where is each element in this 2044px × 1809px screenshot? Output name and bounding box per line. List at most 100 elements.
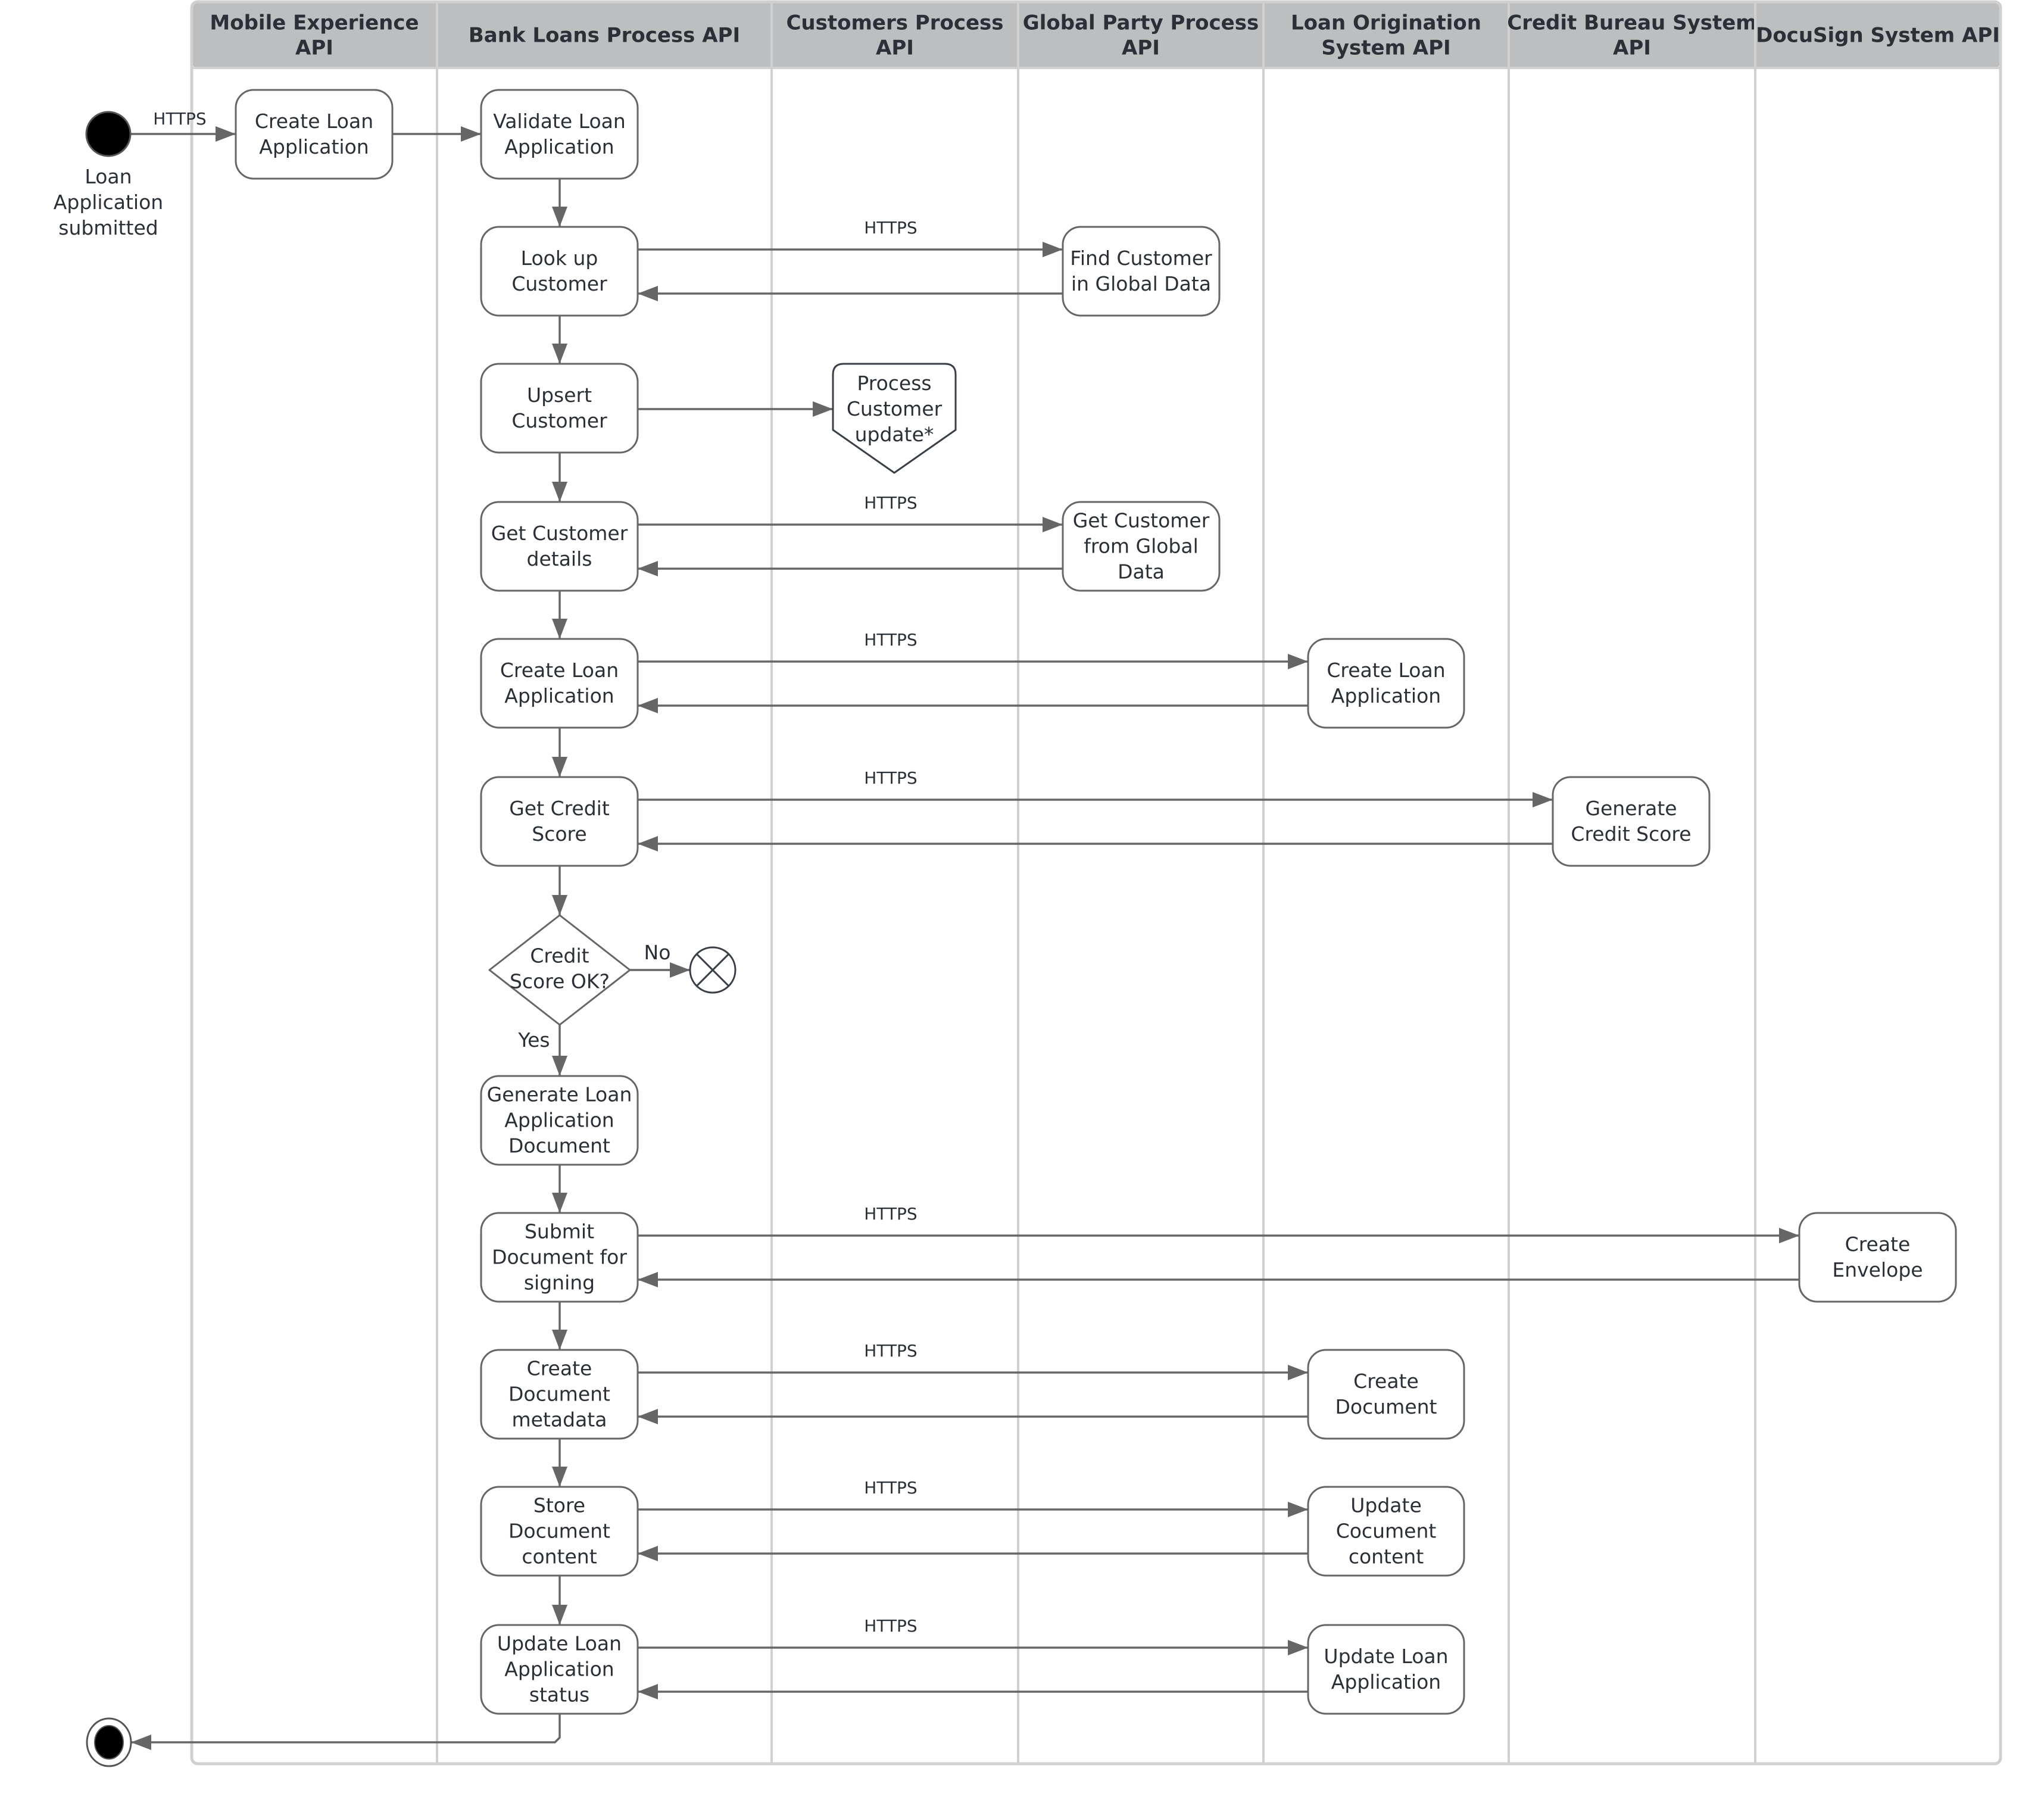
- flow-lookup-to-upsert: [552, 316, 567, 364]
- edge-label-https: HTTPS: [864, 630, 917, 650]
- return-find_global-to-lookup: [638, 286, 1063, 301]
- return-gen_score-to-get_score: [638, 836, 1553, 852]
- lane-credit: Credit Bureau System API: [1507, 2, 1757, 1764]
- arrowhead-icon: [1288, 1502, 1308, 1517]
- action-store-content[interactable]: Store Document content: [480, 1486, 639, 1577]
- edge-label-https: HTTPS: [864, 493, 917, 513]
- arrowhead-icon: [638, 698, 658, 713]
- call-bank_create-to-lo_create: [638, 654, 1308, 669]
- edge-label-https: HTTPS: [864, 218, 917, 238]
- arrowhead-icon: [1533, 792, 1553, 807]
- arrowhead-icon: [638, 836, 658, 852]
- flow-decision-yes: [552, 1025, 567, 1076]
- action-box[interactable]: [1307, 638, 1465, 729]
- action-box[interactable]: [480, 363, 639, 454]
- action-upsert[interactable]: Upsert Customer: [480, 363, 639, 454]
- action-update-status[interactable]: Update Loan Application status: [480, 1624, 639, 1715]
- arrowhead-icon: [1043, 517, 1063, 532]
- action-box[interactable]: [1307, 1624, 1465, 1715]
- event-label: Process Customer update*: [847, 372, 943, 446]
- action-box[interactable]: [480, 89, 639, 180]
- nodes: Create Loan Application Validate Loan Appli…: [54, 89, 1957, 1767]
- call-submit_doc-to-create_envelope: [638, 1228, 1799, 1243]
- decision-credit-score[interactable]: Credit Score OK?: [488, 914, 631, 1026]
- arrowhead-icon: [1288, 1365, 1308, 1380]
- call-lookup-to-find_global: [638, 242, 1063, 257]
- flow-decision-no: [630, 962, 690, 978]
- action-label: Generate Loan Application Document: [487, 1083, 632, 1158]
- edge-label-https: HTTPS: [864, 1204, 917, 1224]
- edge-label-https: HTTPS: [864, 768, 917, 788]
- flow-upsert-to-process-update: [638, 401, 833, 417]
- arrowhead-icon: [638, 1409, 658, 1424]
- arrowhead-icon: [552, 757, 567, 777]
- action-box[interactable]: [1307, 1349, 1465, 1440]
- arrowhead-icon: [1288, 654, 1308, 669]
- action-box[interactable]: [480, 638, 639, 729]
- action-lo-create[interactable]: Create Loan Application: [1307, 638, 1465, 729]
- edge-label-https: HTTPS: [864, 1616, 917, 1636]
- action-validate[interactable]: Validate Loan Application: [480, 89, 639, 180]
- action-bank-create[interactable]: Create Loan Application: [480, 638, 639, 729]
- flow-score-to-decision: [552, 866, 567, 915]
- start-label: Loan Application submitted: [54, 165, 163, 239]
- return-get_global-to-get_details: [638, 561, 1063, 576]
- flow-submit_doc-to-create_meta: [552, 1302, 567, 1350]
- arrowhead-icon: [216, 126, 236, 142]
- arrowhead-icon: [638, 561, 658, 576]
- action-lo-update-app[interactable]: Update Loan Application: [1307, 1624, 1465, 1715]
- action-create-envelope[interactable]: Create Envelope: [1798, 1212, 1957, 1303]
- action-box[interactable]: [1552, 776, 1711, 867]
- edge-label-https: HTTPS: [864, 1478, 917, 1498]
- action-box[interactable]: [480, 501, 639, 592]
- action-box[interactable]: [1798, 1212, 1957, 1303]
- arrowhead-icon: [552, 1605, 567, 1625]
- flow-get_details-to-bank_create: [552, 591, 567, 639]
- action-get-details[interactable]: Get Customer details: [480, 501, 639, 592]
- arrowhead-icon: [813, 401, 833, 417]
- arrowhead-icon: [1779, 1228, 1799, 1243]
- activity-diagram: Mobile Experience APIBank Loans Process A…: [54, 0, 2002, 1767]
- arrowhead-icon: [552, 1193, 567, 1213]
- action-box[interactable]: [480, 226, 639, 317]
- call-get_details-to-get_global: [638, 517, 1063, 532]
- action-submit-doc[interactable]: Submit Document for signing: [480, 1212, 639, 1303]
- arrowhead-icon: [638, 1546, 658, 1561]
- start-dot-icon: [85, 111, 132, 157]
- arrowhead-icon: [638, 286, 658, 301]
- edge-label-https: HTTPS: [153, 109, 206, 129]
- event-process-customer-update[interactable]: Process Customer update*: [832, 363, 957, 474]
- action-gen-doc[interactable]: Generate Loan Application Document: [480, 1075, 639, 1166]
- action-box[interactable]: [480, 776, 639, 867]
- action-create-meta[interactable]: Create Document metadata: [480, 1349, 639, 1440]
- action-lo-update-content[interactable]: Update Cocument content: [1307, 1486, 1465, 1577]
- activity-final-node: [86, 1717, 132, 1767]
- action-lookup[interactable]: Look up Customer: [480, 226, 639, 317]
- action-get-global[interactable]: Get Customer from Global Data: [1062, 501, 1221, 592]
- action-get-score[interactable]: Get Credit Score: [480, 776, 639, 867]
- return-lo_create_doc-to-create_meta: [638, 1409, 1308, 1424]
- arrowhead-icon: [552, 1056, 567, 1076]
- action-label: Update Cocument content: [1336, 1494, 1437, 1568]
- lane-customers: Customers Process API: [770, 2, 1004, 1764]
- arrowhead-icon: [1043, 242, 1063, 257]
- call-create_meta-to-lo_create_doc: [638, 1365, 1308, 1380]
- action-gen-score[interactable]: Generate Credit Score: [1552, 776, 1711, 867]
- call-update_status-to-lo_update_app: [638, 1640, 1308, 1655]
- action-find-global[interactable]: Find Customer in Global Data: [1062, 226, 1221, 317]
- lane-docusign: DocuSign System API: [1754, 2, 2000, 1764]
- edge-label-https: HTTPS: [864, 1341, 917, 1361]
- flow-create_meta-to-store_content: [552, 1439, 567, 1487]
- action-box[interactable]: [1062, 226, 1221, 317]
- action-mobile-create[interactable]: Create Loan Application: [235, 89, 394, 180]
- action-box[interactable]: [235, 89, 394, 180]
- arrowhead-icon: [552, 207, 567, 227]
- action-lo-create-doc[interactable]: Create Document: [1307, 1349, 1465, 1440]
- arrowhead-icon: [461, 126, 481, 142]
- return-create_envelope-to-submit_doc: [638, 1272, 1799, 1287]
- return-lo_update_app-to-update_status: [638, 1684, 1308, 1699]
- call-store_content-to-lo_update_content: [638, 1502, 1308, 1517]
- arrowhead-icon: [670, 962, 690, 978]
- arrowhead-icon: [552, 344, 567, 364]
- flow-store_content-to-update_status: [552, 1576, 567, 1625]
